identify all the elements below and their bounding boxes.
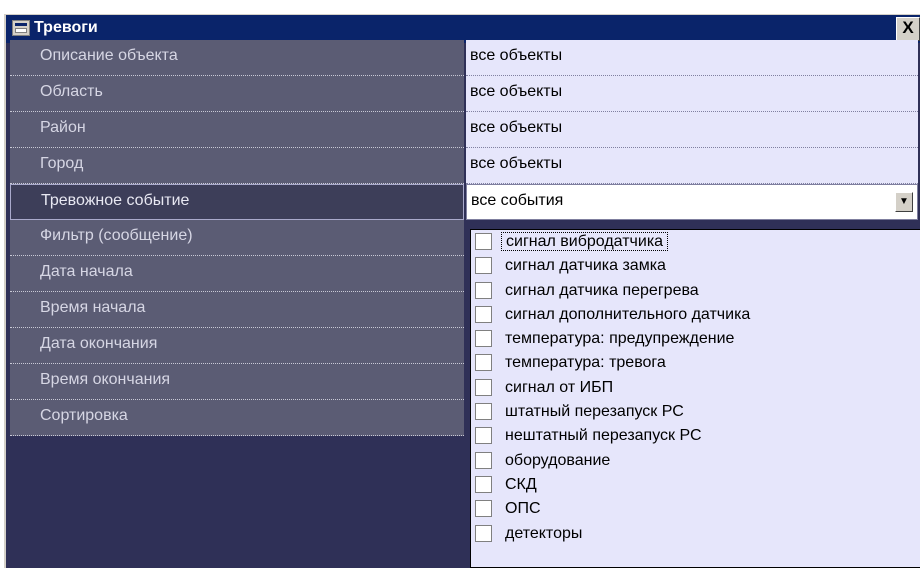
filter-label-start-date[interactable]: Дата начала — [10, 256, 464, 292]
dropdown-option-normal-restart[interactable]: штатный перезапуск РС — [471, 400, 920, 424]
dropdown-option-overheat-sensor[interactable]: сигнал датчика перегрева — [471, 279, 920, 303]
checkbox[interactable] — [475, 354, 492, 372]
filter-label-sorting[interactable]: Сортировка — [10, 400, 464, 436]
option-label: сигнал вибродатчика — [501, 232, 669, 251]
filter-value-city[interactable]: все объекты — [466, 148, 918, 184]
dropdown-arrow-icon[interactable]: ▼ — [895, 192, 913, 212]
option-label: сигнал датчика замка — [505, 257, 666, 275]
dropdown-option-vibration-sensor[interactable]: сигнал вибродатчика — [471, 230, 920, 254]
close-button[interactable]: X — [896, 17, 920, 41]
option-label: температура: предупреждение — [505, 330, 735, 348]
option-label: детекторы — [505, 524, 583, 542]
dropdown-option-ups-signal[interactable]: сигнал от ИБП — [471, 376, 920, 400]
option-label: сигнал от ИБП — [505, 378, 614, 396]
option-label: штатный перезапуск РС — [505, 403, 684, 421]
checkbox[interactable] — [475, 378, 492, 396]
dropdown-option-temperature-alarm[interactable]: температура: тревога — [471, 351, 920, 375]
option-label: сигнал датчика перегрева — [505, 281, 699, 299]
checkbox[interactable] — [475, 233, 492, 250]
window-title: Тревоги — [34, 19, 98, 36]
checkbox[interactable] — [475, 281, 492, 299]
dropdown-option-fire-security[interactable]: ОПС — [471, 497, 920, 521]
filter-value-object-description[interactable]: все объекты — [466, 40, 918, 76]
alarm-event-select-value: все события — [471, 192, 564, 209]
filter-values: все объекты все объекты все объекты все … — [466, 40, 918, 220]
dropdown-option-access-control[interactable]: СКД — [471, 473, 920, 497]
option-label: сигнал дополнительного датчика — [505, 305, 751, 323]
checkbox[interactable] — [475, 475, 492, 493]
checkbox[interactable] — [475, 305, 492, 323]
filter-label-end-date[interactable]: Дата окончания — [10, 328, 464, 364]
option-label: ОПС — [505, 500, 541, 518]
option-label: нештатный перезапуск РС — [505, 427, 702, 445]
filter-label-city: Город — [10, 148, 464, 184]
checkbox[interactable] — [475, 257, 492, 275]
filter-label-region: Область — [10, 76, 464, 112]
filter-label-message-filter[interactable]: Фильтр (сообщение) — [10, 220, 464, 256]
option-label: оборудование — [505, 451, 611, 469]
alarm-event-dropdown-list: сигнал вибродатчика сигнал датчика замка… — [470, 229, 920, 568]
filter-value-district[interactable]: все объекты — [466, 112, 918, 148]
dropdown-option-temperature-warning[interactable]: температура: предупреждение — [471, 327, 920, 351]
checkbox[interactable] — [475, 500, 492, 518]
dropdown-option-lock-sensor[interactable]: сигнал датчика замка — [471, 254, 920, 278]
filter-label-start-time[interactable]: Время начала — [10, 292, 464, 328]
dropdown-option-detectors[interactable]: детекторы — [471, 522, 920, 546]
checkbox[interactable] — [475, 524, 492, 542]
dropdown-option-abnormal-restart[interactable]: нештатный перезапуск РС — [471, 424, 920, 448]
filter-label-alarm-event: Тревожное событие — [10, 184, 464, 220]
filter-value-region[interactable]: все объекты — [466, 76, 918, 112]
checkbox[interactable] — [475, 330, 492, 348]
window-icon — [12, 20, 30, 36]
filter-labels: Описание объекта Область Район Город Тре… — [10, 40, 464, 436]
checkbox[interactable] — [475, 427, 492, 445]
checkbox[interactable] — [475, 451, 492, 469]
option-label: температура: тревога — [505, 354, 666, 372]
dropdown-option-additional-sensor[interactable]: сигнал дополнительного датчика — [471, 303, 920, 327]
dropdown-option-equipment[interactable]: оборудование — [471, 449, 920, 473]
option-label: СКД — [505, 475, 537, 493]
title-bar: Тревоги X — [6, 15, 920, 43]
filter-label-district: Район — [10, 112, 464, 148]
alarm-event-select[interactable]: все события ▼ — [466, 184, 918, 220]
checkbox[interactable] — [475, 403, 492, 421]
filter-label-object-description: Описание объекта — [10, 40, 464, 76]
filter-label-end-time[interactable]: Время окончания — [10, 364, 464, 400]
